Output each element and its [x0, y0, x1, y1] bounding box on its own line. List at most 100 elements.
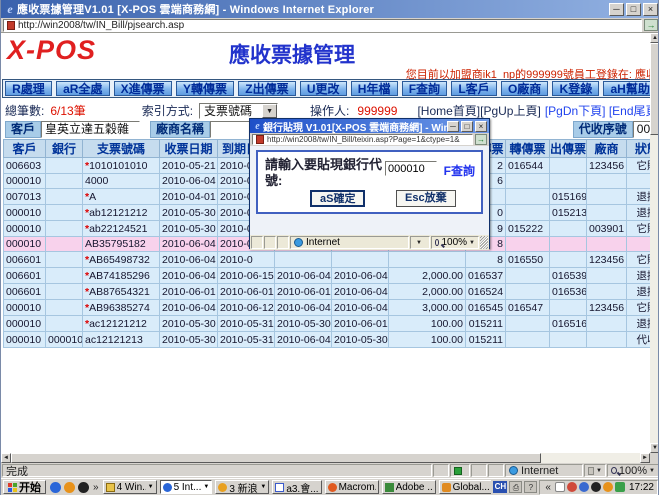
taskbar-button[interactable]: 5 Int...▼ [160, 480, 213, 494]
menu-button[interactable]: aR全處 [56, 81, 110, 96]
collect-seq-input[interactable]: 000000 [633, 121, 650, 138]
dialog-minimize-button[interactable]: ─ [447, 121, 459, 132]
maximize-button[interactable]: □ [626, 3, 641, 16]
dialog-maximize-button[interactable]: □ [461, 121, 473, 132]
messenger-icon[interactable] [64, 482, 75, 493]
page-title: 應收票據管理 [229, 39, 355, 69]
status-pane [471, 464, 487, 477]
menu-button[interactable]: O廠商 [501, 81, 549, 96]
vertical-scroll-thumb[interactable] [650, 43, 659, 135]
window-titlebar[interactable]: e 應收票據管理V1.01 [X-POS 雲端商務網] - Windows In… [1, 0, 659, 18]
flag-asterisk: * [85, 270, 89, 282]
taskbar-button[interactable]: a3.會... [272, 480, 321, 494]
close-button[interactable]: × [643, 3, 658, 16]
tray-chevron[interactable]: « [545, 482, 551, 493]
menu-button[interactable]: X進傳票 [114, 81, 172, 96]
index-mode-select[interactable]: 支票號碼 ▼ [199, 103, 278, 119]
horizontal-scrollbar[interactable]: ◄ ► [1, 453, 650, 463]
scroll-left-icon[interactable]: ◄ [1, 453, 11, 463]
start-button[interactable]: 开始 [3, 480, 46, 494]
cancel-button[interactable]: Esc放棄 [396, 190, 456, 207]
menu-button[interactable]: H年檔 [351, 81, 398, 96]
minimize-button[interactable]: ─ [609, 3, 624, 16]
menu-button[interactable]: F查詢 [402, 81, 448, 96]
customer-label: 客戶 [5, 121, 41, 138]
tray-icon[interactable] [555, 482, 565, 492]
scroll-down-icon[interactable]: ▼ [650, 443, 659, 453]
dreamweaver-icon [385, 483, 394, 492]
chevron-down-icon[interactable]: ▼ [203, 484, 209, 490]
resize-grip[interactable] [480, 236, 488, 249]
overflow-chevron[interactable]: » [93, 482, 99, 493]
chevron-down-icon[interactable]: ▼ [262, 104, 277, 118]
collect-seq-label: 代收序號 [573, 121, 633, 138]
scroll-up-icon[interactable]: ▲ [650, 33, 659, 43]
dialog-close-button[interactable]: × [475, 121, 487, 132]
help-icon[interactable]: ? [524, 481, 537, 493]
zoom-pane[interactable]: 100% ▼ [607, 464, 659, 477]
menu-button[interactable]: R處理 [5, 81, 52, 96]
flag-asterisk: * [85, 254, 89, 266]
dialog-protected-mode-pane[interactable]: ▼ [410, 236, 430, 249]
page-icon [7, 21, 15, 30]
customer-input[interactable]: 皇英立達五穀雜 [41, 121, 140, 138]
column-header: 廠商 [587, 140, 627, 158]
menu-button[interactable]: K登錄 [552, 81, 599, 96]
address-input[interactable]: http://win2008/tw/IN_Bill/pjsearch.asp [3, 19, 642, 32]
chevron-down-icon[interactable]: ▼ [148, 484, 154, 490]
table-row[interactable]: 006601*AB876543212010-06-012010-06-01201… [4, 284, 651, 300]
taskbar-button[interactable]: 3 新浪UC▼ [215, 480, 269, 494]
tray-qq-icon[interactable] [591, 482, 601, 492]
tray-clock-icon[interactable] [615, 482, 625, 492]
query-link[interactable]: F查詢 [444, 162, 475, 179]
qq-penguin-icon[interactable] [78, 482, 89, 493]
language-indicator[interactable]: CH [493, 481, 507, 493]
go-icon[interactable]: → [475, 134, 487, 145]
tray-icon[interactable] [567, 482, 577, 492]
taskbar-button[interactable]: 4 Win...▼ [103, 480, 157, 494]
protected-mode-pane[interactable]: ▼ [584, 464, 606, 477]
menu-button[interactable]: Z出傳票 [238, 81, 296, 96]
column-header: 支票號碼 [83, 140, 160, 158]
dialog-url: http://win2008/tw/IN_Bill/teixin.asp?Pag… [267, 135, 460, 144]
table-row[interactable]: 000010*AB963852742010-06-042010-06-12201… [4, 300, 651, 316]
horizontal-scroll-thumb[interactable] [11, 453, 541, 463]
start-label: 开始 [19, 479, 41, 495]
chevron-down-icon: ▼ [596, 468, 602, 474]
vertical-scrollbar[interactable]: ▲ ▼ [650, 33, 659, 453]
nav-home-pgup[interactable]: [Home首頁][PgUp上頁] [417, 102, 540, 119]
flag-asterisk: * [85, 286, 89, 298]
menu-button[interactable]: U更改 [300, 81, 347, 96]
dialog-titlebar[interactable]: e 銀行貼現 V1.01[X-POS 雲端商務網] - Windo... ─ □… [250, 119, 489, 133]
scrollbar-corner [650, 453, 659, 463]
menu-button[interactable]: aH幫助 [603, 81, 650, 96]
dialog-zoom-pane[interactable]: 100% ▼ [431, 236, 479, 249]
dialog-title: 銀行貼現 V1.01[X-POS 雲端商務網] - Windo... [263, 119, 447, 134]
menu-button[interactable]: Y轉傳票 [176, 81, 234, 96]
tray-icon[interactable] [603, 482, 613, 492]
table-row[interactable]: 006601*AB741852962010-06-042010-06-15201… [4, 268, 651, 284]
go-icon[interactable]: → [644, 19, 658, 31]
table-row[interactable]: 000010000010ac121212132010-05-302010-05-… [4, 332, 651, 348]
status-text: 完成 [2, 464, 432, 477]
taskbar-button[interactable]: Macrom... [325, 480, 379, 494]
bank-code-input[interactable] [385, 161, 437, 176]
tray-icon[interactable] [579, 482, 589, 492]
ie-icon [163, 483, 172, 492]
status-pane [488, 464, 504, 477]
chevron-down-icon[interactable]: ▼ [260, 484, 266, 490]
flag-asterisk: * [85, 160, 89, 172]
dialog-address-input[interactable]: http://win2008/tw/IN_Bill/teixin.asp?Pag… [252, 134, 473, 145]
table-row[interactable]: 000010*ac121212122010-05-302010-05-31201… [4, 316, 651, 332]
confirm-button[interactable]: aS確定 [310, 190, 365, 207]
column-header: 轉傳票 [506, 140, 550, 158]
scroll-right-icon[interactable]: ► [640, 453, 650, 463]
taskbar-button[interactable]: Adobe ... [382, 480, 436, 494]
taskbar-button[interactable]: Global... [439, 480, 492, 494]
menu-button[interactable]: L客戶 [451, 81, 497, 96]
ie-quicklaunch-icon[interactable] [50, 482, 61, 493]
dialog-internet-zone-pane: Internet [290, 236, 409, 249]
printer-icon[interactable]: ⎙ [509, 481, 522, 493]
table-row[interactable]: 006601*AB654987322010-06-042010-08016550… [4, 252, 651, 268]
nav-pgdn-end[interactable]: [PgDn下頁] [End尾頁] [545, 102, 650, 119]
